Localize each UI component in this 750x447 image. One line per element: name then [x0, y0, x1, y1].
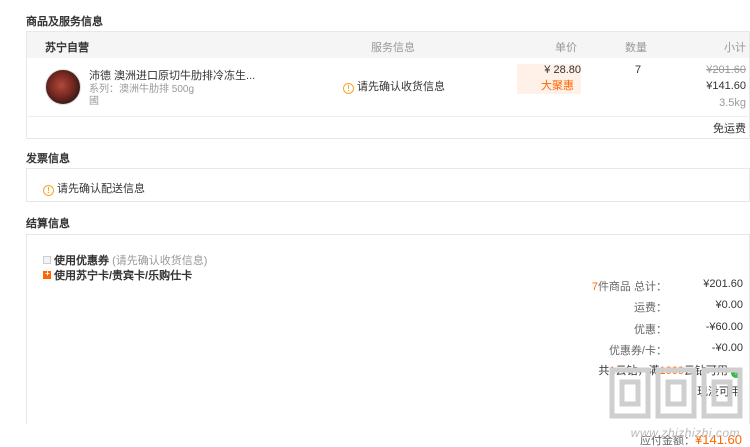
warning-icon: !: [43, 185, 54, 196]
use-coupon-option[interactable]: 使用优惠券 (请先确认收货信息): [43, 252, 207, 268]
item-weight: 3.5kg: [719, 97, 746, 109]
watermark-url: www.zhizhizhi.com: [630, 426, 740, 440]
card-expand-icon[interactable]: [43, 268, 51, 279]
coupon-card-value: -¥0.00: [711, 342, 743, 354]
header-service: 服务信息: [371, 42, 415, 54]
goods-section-title: 商品及服务信息: [26, 16, 103, 28]
settle-box: 使用优惠券 (请先确认收货信息) 使用苏宁卡/贵宾卡/乐购仕卡 7件商品 总计：…: [26, 234, 750, 424]
goods-row: 沛德 澳洲进口原切牛肋排冷冻生... 系列：澳洲牛肋排 500g 國 ! 请先确认…: [27, 58, 749, 146]
goods-table-header: 苏宁自营 服务信息 单价 数量 小计: [27, 32, 749, 58]
product-thumbnail[interactable]: [45, 69, 81, 105]
product-origin-mark: 國: [89, 96, 99, 107]
total-label: 7件商品 总计：: [591, 281, 667, 293]
product-spec: 系列：澳洲牛肋排 500g: [89, 84, 195, 95]
invoice-message-text: 请先确认配送信息: [57, 183, 145, 195]
coupon-card-row: 优惠券/卡： -¥0.00: [443, 342, 743, 357]
settle-section-title: 结算信息: [26, 218, 70, 230]
card-label: 使用苏宁卡/贵宾卡/乐购仕卡: [54, 270, 193, 282]
warning-icon: !: [343, 83, 354, 94]
discounted-subtotal: ¥141.60: [706, 80, 746, 92]
coupon-hint: (请先确认收货信息): [112, 255, 208, 267]
header-price: 单价: [555, 42, 577, 54]
use-card-option[interactable]: 使用苏宁卡/贵宾卡/乐购仕卡: [43, 267, 192, 283]
invoice-section-title: 发票信息: [26, 153, 70, 165]
unit-price: ¥ 28.80: [544, 64, 581, 76]
coupon-checkbox[interactable]: [43, 256, 51, 264]
discount-row: 优惠： -¥60.00: [443, 321, 743, 336]
service-message-text: 请先确认收货信息: [357, 81, 445, 93]
total-row: 7件商品 总计： ¥201.60: [443, 278, 743, 293]
freight-value: ¥0.00: [715, 299, 743, 311]
header-subtotal: 小计: [724, 42, 746, 54]
freight-note: 免运费: [713, 123, 746, 135]
invoice-box: ! 请先确认配送信息: [26, 168, 750, 202]
freight-label: 运费：: [634, 302, 667, 314]
cloud-diamond-info: 共1云钻，满1000云钻可用 ?: [598, 362, 741, 378]
shop-name: 苏宁自营: [45, 42, 89, 54]
total-value: ¥201.60: [703, 278, 743, 290]
freight-row: 运费： ¥0.00: [443, 299, 743, 314]
row-divider: [27, 116, 749, 117]
coupon-card-label: 优惠券/卡：: [608, 345, 667, 357]
goods-table: 苏宁自营 服务信息 单价 数量 小计 沛德 澳洲进口原切牛肋排冷冻生... 系列…: [26, 31, 750, 139]
cloud-hint: 现没可用: [697, 386, 741, 398]
coupon-label: 使用优惠券: [54, 255, 109, 267]
quantity: 7: [635, 64, 642, 76]
header-qty: 数量: [625, 42, 647, 54]
promo-badge: 大聚惠: [541, 80, 574, 92]
invoice-message: ! 请先确认配送信息: [43, 180, 145, 196]
discount-label: 优惠：: [634, 324, 667, 336]
original-subtotal: ¥201.60: [706, 64, 746, 76]
cloud-min: 1000: [659, 365, 684, 377]
discount-value: -¥60.00: [705, 321, 743, 333]
price-cell: ¥ 28.80 大聚惠: [517, 64, 581, 94]
help-icon[interactable]: ?: [731, 368, 741, 378]
service-message: ! 请先确认收货信息: [343, 78, 445, 94]
